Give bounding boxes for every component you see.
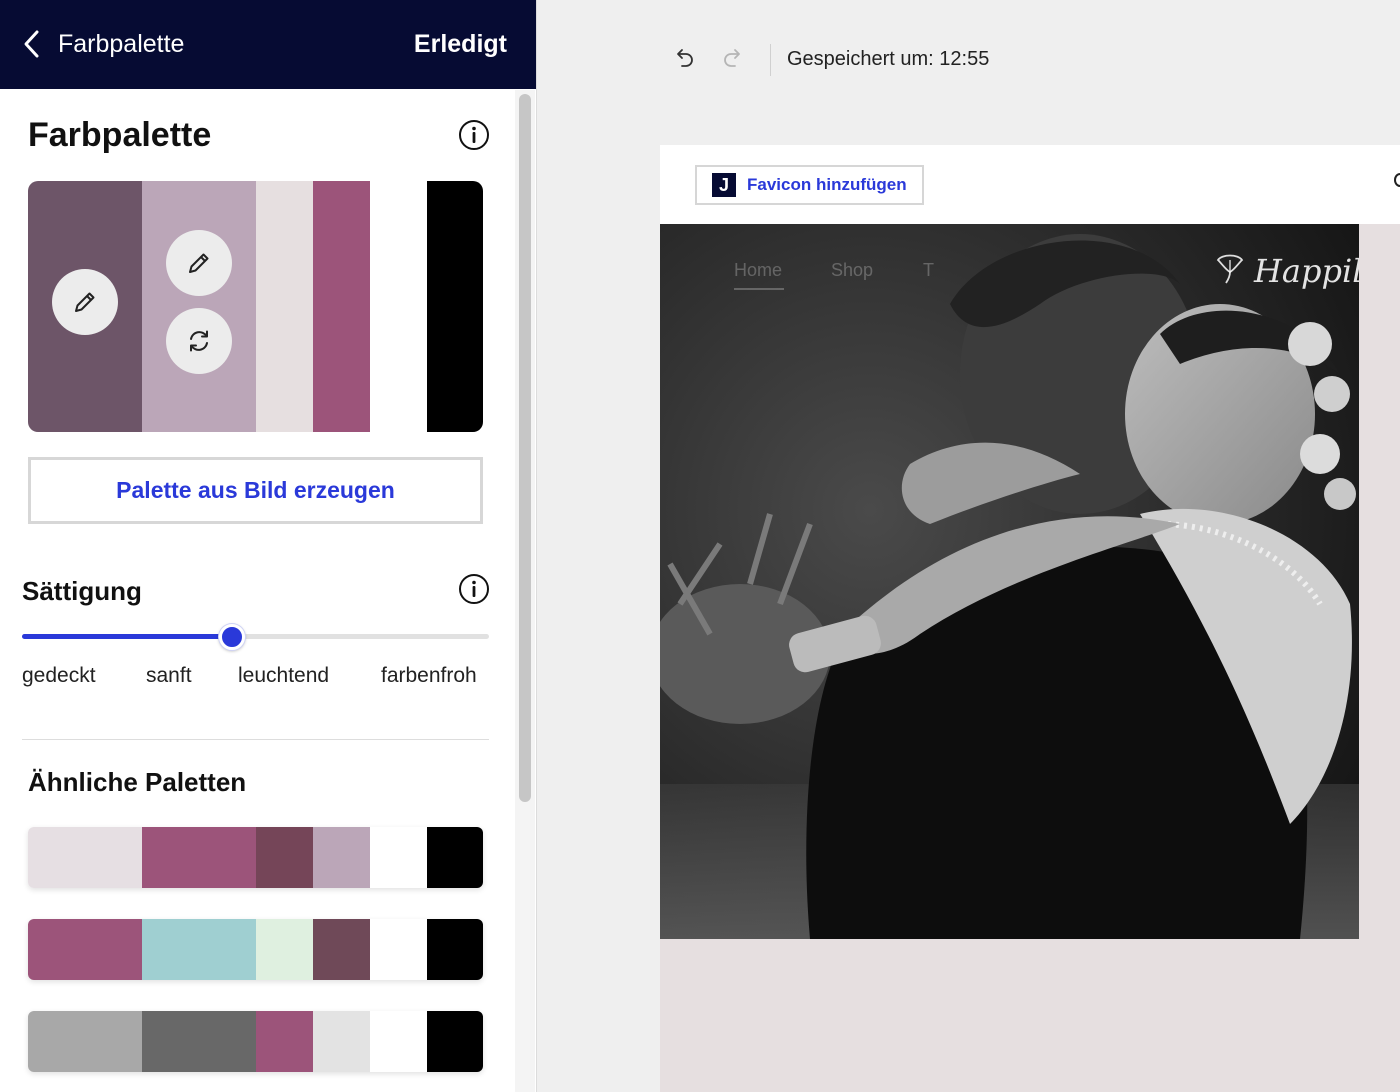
back-button[interactable] [22, 26, 42, 62]
similar-palette-swatch [427, 919, 483, 980]
palette-info-icon[interactable] [458, 119, 490, 151]
similar-palette-swatch [370, 919, 427, 980]
nav-shop[interactable]: Shop [831, 260, 873, 281]
panel-header: Farbpalette Erledigt [0, 0, 536, 89]
similar-palette-swatch [256, 919, 313, 980]
saturation-title: Sättigung [22, 576, 142, 606]
saved-status: Gespeichert um: 12:55 [787, 48, 990, 70]
redo-button[interactable] [720, 45, 746, 71]
palette-swatch-2[interactable] [142, 181, 256, 432]
settings-icon[interactable] [1394, 173, 1400, 187]
palette-swatch-5[interactable] [370, 181, 427, 432]
color-palette-panel: Farbpalette Erledigt Farbpalette Palette… [0, 0, 537, 1092]
site-brand-name: Happily Ev [1254, 251, 1359, 290]
saturation-label-muted[interactable]: gedeckt [22, 661, 96, 691]
similar-palette-3[interactable] [28, 1011, 483, 1072]
nav-item-3[interactable]: T [923, 260, 934, 281]
saturation-slider-fill [22, 634, 233, 639]
current-palette [28, 181, 483, 432]
pencil-icon [75, 292, 95, 312]
palette-swatch-3[interactable] [256, 181, 313, 432]
shuffle-color-button[interactable] [166, 308, 232, 374]
similar-palette-swatch [427, 1011, 483, 1072]
palette-swatch-6[interactable] [427, 181, 483, 432]
saturation-label-soft[interactable]: sanft [146, 661, 192, 691]
similar-palette-swatch [142, 827, 256, 888]
palette-title: Farbpalette [28, 116, 212, 154]
redo-icon [724, 49, 740, 67]
add-favicon-button[interactable]: J Favicon hinzufügen [695, 165, 924, 205]
favicon-logo-icon: J [712, 173, 736, 197]
undo-button[interactable] [671, 45, 697, 71]
saturation-label-bright[interactable]: leuchtend [238, 661, 329, 691]
similar-palette-swatch [370, 1011, 427, 1072]
done-button[interactable]: Erledigt [414, 28, 507, 60]
similar-palette-swatch [28, 827, 142, 888]
chevron-left-icon [24, 30, 39, 58]
nav-active-underline [734, 288, 784, 290]
website-preview[interactable]: J Favicon hinzufügen Home Shop T Happi [660, 145, 1400, 1092]
similar-palette-swatch [142, 1011, 256, 1072]
similar-palette-1[interactable] [28, 827, 483, 888]
wedding-couple-photo [660, 224, 1359, 939]
palette-swatch-4[interactable] [313, 181, 370, 432]
similar-palette-swatch [427, 827, 483, 888]
section-divider [22, 739, 489, 740]
edit-color-button-2[interactable] [166, 230, 232, 296]
refresh-icon [190, 330, 208, 352]
preview-header: J Favicon hinzufügen [660, 145, 1400, 224]
panel-header-title: Farbpalette [58, 30, 185, 58]
ginkgo-leaf-icon [1212, 250, 1248, 291]
edit-color-button[interactable] [52, 269, 118, 335]
similar-palette-swatch [142, 919, 256, 980]
site-brand[interactable]: Happily Ev [1212, 250, 1359, 291]
saturation-info-icon[interactable] [458, 573, 490, 605]
scrollbar-thumb[interactable] [519, 94, 531, 802]
similar-palette-swatch [370, 827, 427, 888]
similar-palette-swatch [256, 827, 313, 888]
similar-palette-2[interactable] [28, 919, 483, 980]
saturation-slider-handle[interactable] [219, 624, 246, 650]
toolbar-divider [770, 44, 771, 76]
generate-palette-from-image-button[interactable]: Palette aus Bild erzeugen [28, 457, 483, 524]
saturation-label-colorful[interactable]: farbenfroh [381, 661, 477, 691]
similar-palette-swatch [256, 1011, 313, 1072]
saturation-slider[interactable] [22, 634, 489, 639]
similar-palette-swatch [313, 919, 370, 980]
undo-icon [677, 49, 693, 67]
similar-palette-swatch [313, 1011, 370, 1072]
nav-home[interactable]: Home [734, 260, 782, 281]
pencil-icon [189, 253, 209, 273]
similar-palettes-title: Ähnliche Paletten [28, 767, 247, 797]
similar-palette-swatch [28, 1011, 142, 1072]
similar-palette-swatch [28, 919, 142, 980]
add-favicon-label: Favicon hinzufügen [747, 175, 907, 194]
similar-palette-swatch [313, 827, 370, 888]
hero-image[interactable]: Home Shop T Happily Ev [660, 224, 1359, 939]
